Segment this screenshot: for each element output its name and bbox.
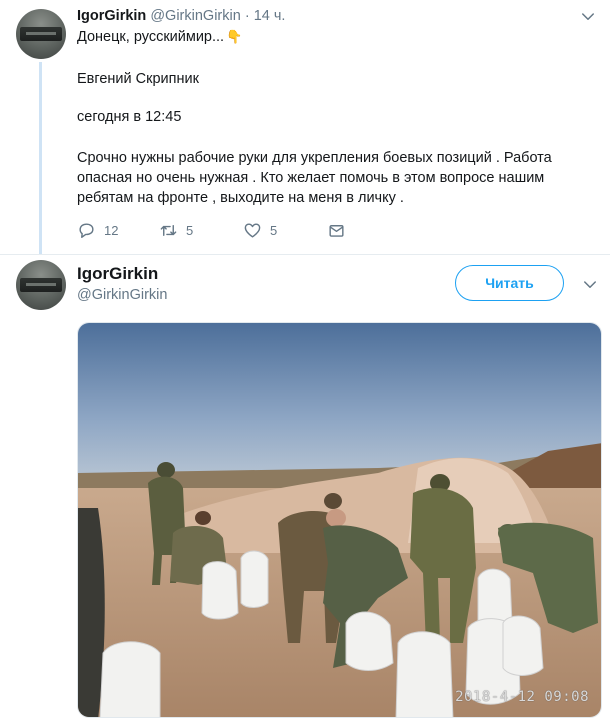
photo-timestamp: 2018-4-12 09:08 <box>455 689 589 705</box>
tweet-text-line: Донецк, русскиймир... 👇 <box>77 27 242 47</box>
tweet-header: IgorGirkin @GirkinGirkin · 14 ч. <box>77 8 285 24</box>
tweet-text-line: сегодня в 12:45 <box>77 109 182 125</box>
tweet-text-line: Срочно нужны рабочие руки для укрепления… <box>77 150 552 166</box>
tweet-text-line: опасная но очень нужная . Кто желает пом… <box>77 170 545 186</box>
separator-dot: · <box>244 8 250 24</box>
author-handle[interactable]: @GirkinGirkin <box>150 8 240 24</box>
follow-button[interactable]: Читать <box>455 265 564 301</box>
like-icon <box>244 222 261 238</box>
tweet-text-line: Евгений Скрипник <box>77 71 199 87</box>
tweet-text-line: ребятам на фронте , выходите на меня в л… <box>77 190 404 206</box>
thread-connector-line <box>39 62 42 254</box>
reply-button[interactable]: 12 <box>77 219 118 241</box>
tweet-timestamp[interactable]: 14 ч. <box>254 8 286 24</box>
tweet-divider <box>0 254 610 255</box>
avatar[interactable] <box>16 9 66 59</box>
avatar[interactable] <box>16 260 66 310</box>
like-button[interactable]: 5 <box>243 219 277 241</box>
chevron-down-icon[interactable] <box>581 276 599 294</box>
direct-message-icon <box>329 224 344 237</box>
retweet-button[interactable]: 5 <box>159 219 193 241</box>
retweet-count: 5 <box>186 222 194 238</box>
tweet-photo[interactable]: 2018-4-12 09:08 <box>77 322 602 718</box>
author-handle[interactable]: @GirkinGirkin <box>77 287 167 303</box>
tweet-1[interactable]: IgorGirkin @GirkinGirkin · 14 ч. Донецк,… <box>0 0 610 255</box>
retweet-icon <box>160 224 177 236</box>
direct-message-button[interactable] <box>327 219 354 241</box>
reply-count: 12 <box>104 222 119 238</box>
author-name[interactable]: IgorGirkin <box>77 8 146 24</box>
tweet-text: Донецк, русскиймир... <box>77 29 225 45</box>
like-count: 5 <box>270 222 278 238</box>
author-name[interactable]: IgorGirkin <box>77 264 158 284</box>
tweet-actions: 12 5 5 <box>77 219 377 241</box>
reply-icon <box>79 222 94 238</box>
pointing-down-emoji-icon: 👇 <box>226 29 243 44</box>
chevron-down-icon[interactable] <box>579 8 597 26</box>
photo-image <box>78 323 601 717</box>
